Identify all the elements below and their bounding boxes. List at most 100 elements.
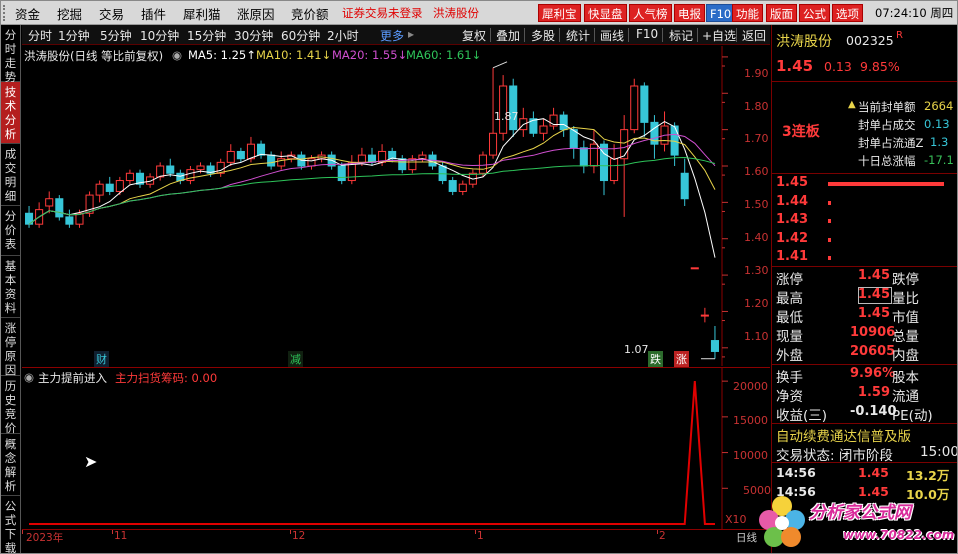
finance-marker[interactable]: 财: [94, 351, 109, 367]
period-15min[interactable]: 15分钟: [187, 27, 226, 44]
price-change: 0.13: [824, 59, 852, 74]
candle-body: [700, 314, 709, 317]
period-60min[interactable]: 60分钟: [281, 27, 320, 44]
y-tick-label: 1.70: [744, 132, 769, 145]
chart-toolbar: 分时 1分钟 5分钟 10分钟 15分钟 30分钟 60分钟 2小时 更多 ▸ …: [22, 25, 770, 45]
menu-item-mining[interactable]: 挖掘: [57, 4, 82, 23]
stat-label: 量比: [892, 291, 919, 307]
indicator-panel[interactable]: ◉ 主力提前进入 主力扫货筹码: 0.00 20000 15000 10000 …: [22, 367, 771, 530]
period-1min[interactable]: 1分钟: [58, 27, 90, 44]
menu-item-limit-reason[interactable]: 涨原因: [237, 4, 275, 23]
mouse-cursor-icon: ➤: [84, 452, 98, 471]
layout-button[interactable]: 版面: [766, 4, 797, 22]
current-stock-link[interactable]: 洪涛股份: [433, 5, 479, 21]
multi-stock-button[interactable]: 多股: [531, 27, 555, 44]
stat-label: 外盘: [776, 348, 803, 364]
tab-intraday[interactable]: 分时走势: [1, 25, 20, 84]
tick-price: 1.45: [858, 465, 889, 480]
tab-history-auction[interactable]: 历史竞价: [1, 376, 20, 435]
toolbar-separator: [628, 28, 629, 42]
rise-marker[interactable]: 涨: [674, 351, 689, 367]
fund-label: 流通: [892, 389, 919, 405]
scroll-notice[interactable]: 自动续费通达信普及版: [776, 425, 911, 445]
indicator-chart-svg[interactable]: [22, 368, 770, 530]
candle-body: [489, 132, 498, 156]
quick-board-button[interactable]: 快显盘: [584, 4, 627, 22]
back-button[interactable]: 返回: [742, 27, 766, 44]
candle-body: [630, 85, 639, 131]
candle-body: [539, 125, 548, 134]
order-book-price[interactable]: 1.41: [776, 249, 808, 264]
seal-value: 2664: [924, 99, 954, 113]
order-book-price[interactable]: 1.43: [776, 212, 808, 227]
candle-body: [45, 198, 54, 207]
ma10-legend: MA10: 1.41↓: [256, 48, 332, 62]
fund-label: 股本: [892, 370, 919, 386]
period-intraday[interactable]: 分时: [28, 27, 52, 44]
tab-trade-details[interactable]: 成交明细: [1, 144, 20, 206]
divider: [772, 173, 957, 174]
y-tick-label: 1.30: [744, 264, 769, 277]
tab-concept-analysis[interactable]: 概念解析: [1, 434, 20, 496]
xilibao-button[interactable]: 犀利宝: [538, 4, 581, 22]
draw-line-button[interactable]: 画线: [600, 27, 624, 44]
last-price: 1.45: [776, 57, 814, 75]
order-book-price[interactable]: 1.44: [776, 194, 808, 209]
period-more[interactable]: 更多: [380, 27, 404, 44]
menu-item-funds[interactable]: 资金: [15, 4, 40, 23]
toolbar-separator: [559, 28, 560, 42]
popularity-button[interactable]: 人气榜: [629, 4, 672, 22]
tick-volume: 13.2万: [906, 468, 950, 483]
tab-limit-reason[interactable]: 涨停原因: [1, 318, 20, 377]
tab-formula-download[interactable]: 公式下载: [1, 496, 20, 553]
time-tick-mark: [475, 530, 476, 534]
candle-body: [65, 216, 74, 225]
more-arrow-icon[interactable]: ▸: [408, 27, 414, 41]
fund-label: 净资: [776, 389, 803, 405]
candle-body: [458, 183, 467, 192]
period-5min[interactable]: 5分钟: [100, 27, 132, 44]
adjust-button[interactable]: 复权: [462, 27, 486, 44]
options-button[interactable]: 选项: [832, 4, 863, 22]
menu-item-auction[interactable]: 竞价额: [291, 4, 329, 23]
y-tick-label: 1.50: [744, 198, 769, 211]
telegraph-button[interactable]: 电报: [674, 4, 705, 22]
menu-item-xilimao[interactable]: 犀利猫: [183, 4, 221, 23]
period-30min[interactable]: 30分钟: [234, 27, 273, 44]
statistics-button[interactable]: 统计: [566, 27, 590, 44]
function-button[interactable]: 功能: [732, 4, 763, 22]
f10-button[interactable]: F10: [706, 4, 736, 22]
tab-basic-info[interactable]: 基本资料: [1, 256, 20, 318]
formula-button[interactable]: 公式: [799, 4, 830, 22]
stat-label: 最低: [776, 310, 803, 326]
indicator-menu-icon[interactable]: ◉: [24, 370, 34, 384]
quote-panel: 洪涛股份 002325 R 1.45 0.13 9.85% 3连板 ▲ 当前封单…: [771, 25, 957, 553]
period-10min[interactable]: 10分钟: [140, 27, 179, 44]
limit-streak-badge: 3连板: [782, 124, 820, 140]
seal-value: 1.3: [930, 135, 949, 149]
menu-item-plugins[interactable]: 插件: [141, 4, 166, 23]
overlay-button[interactable]: 叠加: [496, 27, 520, 44]
candle-body: [95, 183, 104, 196]
reduce-marker[interactable]: 减: [288, 351, 303, 367]
add-watchlist-button[interactable]: +自选: [702, 27, 736, 44]
period-2hour[interactable]: 2小时: [327, 27, 359, 44]
f10-toolbar-button[interactable]: F10: [636, 27, 658, 41]
order-book-price[interactable]: 1.42: [776, 231, 808, 246]
drop-marker[interactable]: 跌: [648, 351, 663, 367]
chart-menu-icon[interactable]: ◉: [172, 48, 182, 62]
left-tab-bar: 分时走势 技术分析 成交明细 分价表 基本资料 涨停原因 历史竞价 概念解析 公…: [1, 25, 21, 553]
login-notice[interactable]: 证券交易未登录: [342, 5, 423, 21]
order-book-price[interactable]: 1.45: [776, 175, 808, 190]
ma60-legend: MA60: 1.61↓: [406, 48, 482, 62]
main-kline-panel[interactable]: 洪涛股份(日线 等比前复权) ◉ MA5: 1.25↑ MA10: 1.41↓ …: [22, 46, 770, 367]
tab-technical-analysis[interactable]: 技术分析: [1, 82, 20, 144]
menu-item-trade[interactable]: 交易: [99, 4, 124, 23]
y-tick-label: 1.60: [744, 165, 769, 178]
candle-body: [166, 165, 175, 174]
tab-price-table[interactable]: 分价表: [1, 206, 20, 256]
order-book-bar: [828, 182, 944, 186]
candle-body: [690, 267, 699, 270]
kline-chart-svg[interactable]: [22, 46, 770, 366]
mark-button[interactable]: 标记: [669, 27, 693, 44]
